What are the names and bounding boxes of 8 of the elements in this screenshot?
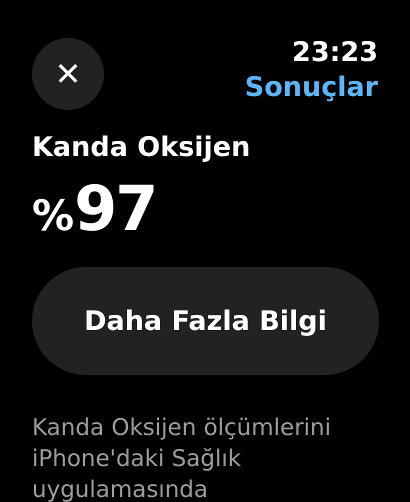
results-link[interactable]: Sonuçlar: [244, 70, 378, 106]
status-time: 23:23: [292, 36, 378, 70]
measurement-title: Kanda Oksijen: [32, 131, 252, 165]
percent-unit: %: [32, 190, 74, 242]
description-text: Kanda Oksijen ölçümlerini iPhone'daki Sağlık uygulamasında: [32, 414, 332, 502]
more-info-button[interactable]: Daha Fazla Bilgi: [32, 267, 379, 375]
close-button[interactable]: ✕: [32, 38, 104, 110]
oxygen-value: 97: [74, 174, 156, 244]
